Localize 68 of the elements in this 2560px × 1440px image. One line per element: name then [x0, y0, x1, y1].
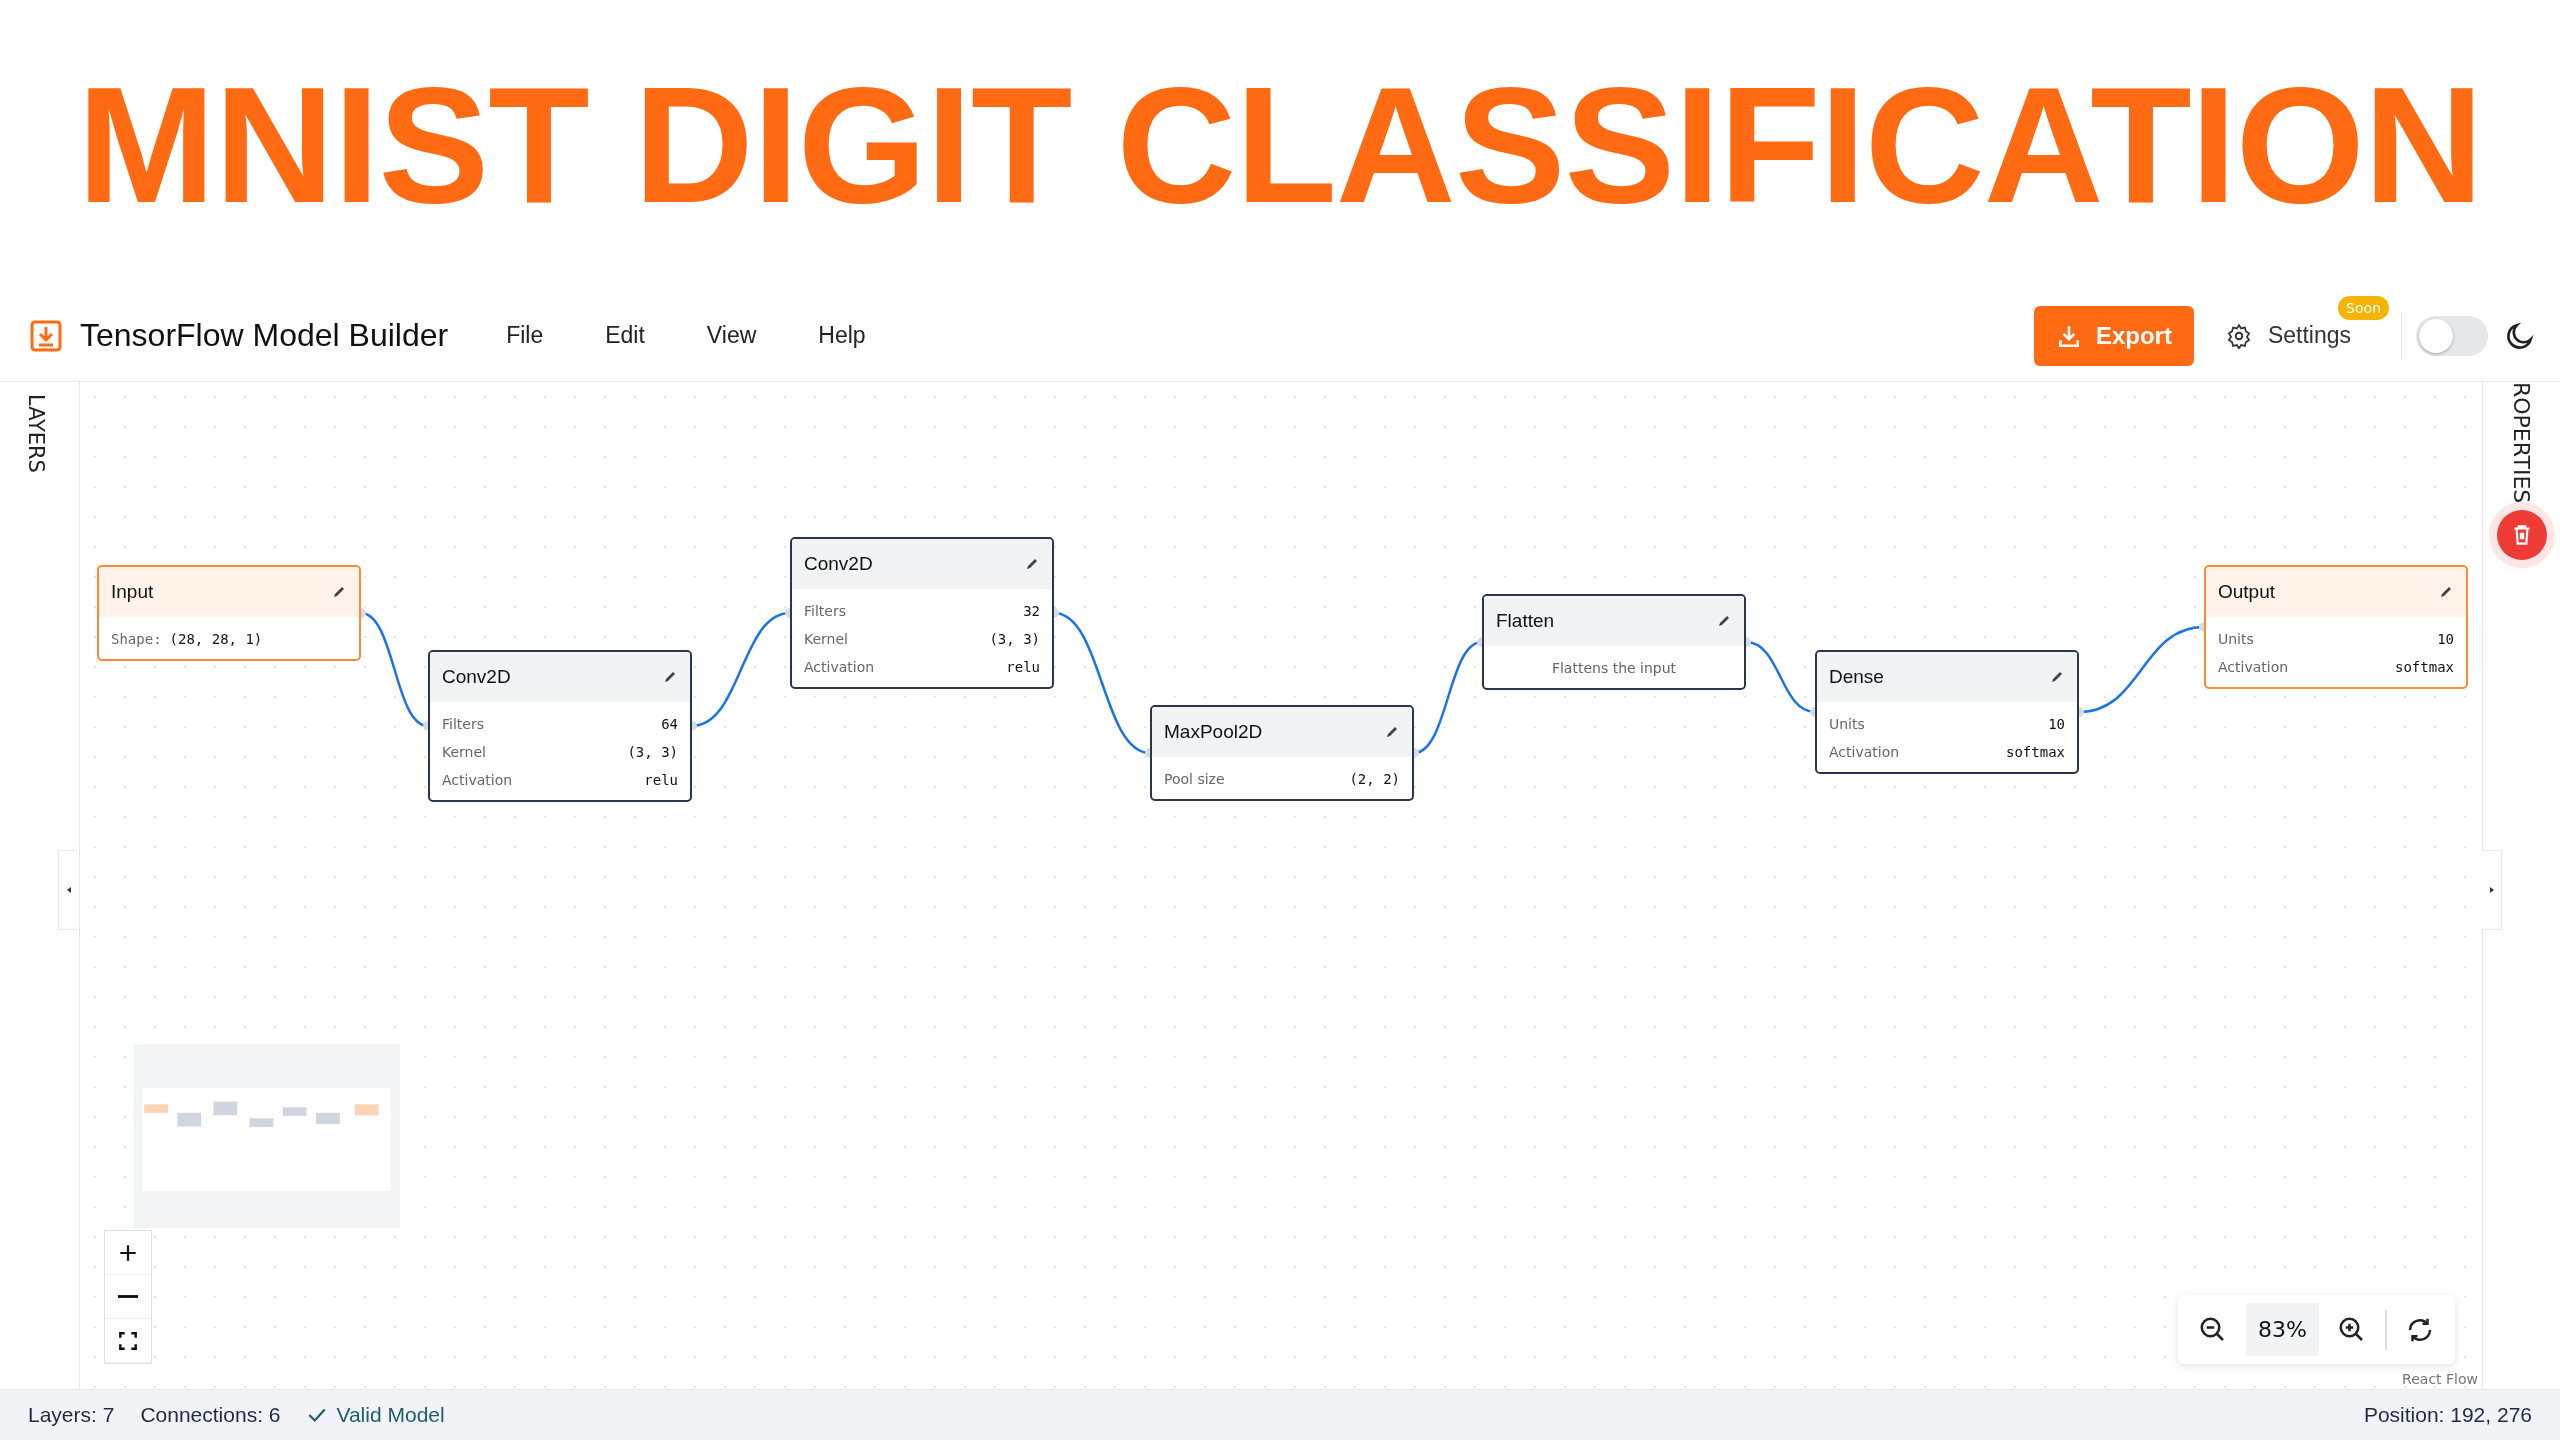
param-value: 10 — [2048, 716, 2065, 732]
layer-node[interactable]: Conv2D Filters 32 Kernel (3, 3) Activation relu — [790, 537, 1054, 689]
param-value: (3, 3) — [627, 744, 678, 760]
edit-icon[interactable] — [662, 669, 678, 685]
fit-view-icon — [117, 1329, 139, 1352]
param-label: Pool size — [1164, 771, 1225, 787]
param-value: relu — [1006, 659, 1040, 675]
layer-node[interactable]: Dense Units 10 Activation softmax — [1815, 650, 2079, 774]
app-title: TensorFlow Model Builder — [80, 317, 449, 354]
menu-item[interactable]: File — [478, 314, 572, 357]
param-label: Kernel — [804, 631, 848, 647]
layer-count: Layers: 7 — [28, 1403, 115, 1427]
edit-icon[interactable] — [2049, 669, 2065, 685]
connection-count: Connections: 6 — [140, 1403, 281, 1427]
node-title: Flatten — [1496, 610, 1555, 632]
param-label: Activation — [442, 772, 513, 788]
cursor-position: Position: 192, 276 — [2363, 1403, 2532, 1427]
layer-node[interactable]: Flatten Flattens the input — [1482, 594, 1746, 690]
param-value: softmax — [2395, 659, 2454, 675]
validity-status: Valid Model — [336, 1403, 445, 1427]
param-label: Shape: — [111, 631, 162, 647]
properties-panel-label[interactable]: ROPERTIES — [2509, 382, 2534, 504]
edit-icon[interactable] — [1384, 724, 1400, 740]
param-value: (28, 28, 1) — [169, 631, 263, 647]
node-title: Dense — [1829, 666, 1884, 688]
collapse-right-handle[interactable] — [2482, 850, 2502, 930]
layer-node[interactable]: Output Units 10 Activation softmax — [2204, 565, 2468, 689]
param-value: (2, 2) — [1349, 771, 1400, 787]
param-value: (3, 3) — [989, 631, 1040, 647]
param-value: 32 — [1023, 603, 1040, 619]
node-title: Conv2D — [442, 666, 511, 688]
dark-mode-toggle[interactable] — [2416, 315, 2488, 356]
logo-icon — [30, 319, 62, 352]
node-description: Flattens the input — [1550, 659, 1678, 678]
layer-node[interactable]: MaxPool2D Pool size (2, 2) — [1150, 705, 1414, 801]
param-value: softmax — [2006, 744, 2065, 760]
attribution-link[interactable]: React Flow — [2402, 1371, 2478, 1387]
param-label: Kernel — [442, 744, 486, 760]
menu-item[interactable]: View — [678, 314, 785, 357]
edit-icon[interactable] — [2438, 584, 2454, 600]
minus-icon — [118, 1295, 138, 1298]
node-title: Output — [2218, 581, 2276, 603]
node-title: Conv2D — [804, 553, 873, 575]
layer-node[interactable]: Input Shape: (28, 28, 1) — [97, 565, 361, 661]
edit-icon[interactable] — [1024, 556, 1040, 572]
edit-icon[interactable] — [331, 584, 347, 600]
banner-title: MNIST DIGIT CLASSIFICATION — [77, 62, 2483, 228]
layer-node[interactable]: Conv2D Filters 64 Kernel (3, 3) Activation relu — [428, 650, 692, 802]
param-label: Filters — [442, 716, 484, 732]
param-value: 64 — [661, 716, 678, 732]
edit-icon[interactable] — [1716, 613, 1732, 629]
param-label: Activation — [2218, 659, 2289, 675]
param-label: Filters — [804, 603, 846, 619]
param-label: Units — [2218, 631, 2254, 647]
param-value: 10 — [2437, 631, 2454, 647]
node-title: MaxPool2D — [1164, 721, 1263, 743]
param-label: Activation — [1829, 744, 1900, 760]
menu-item[interactable]: Edit — [577, 314, 673, 357]
soon-badge: Soon — [2338, 296, 2389, 320]
param-label: Units — [1829, 716, 1865, 732]
menu-item[interactable]: Help — [790, 314, 894, 357]
param-label: Activation — [804, 659, 875, 675]
collapse-left-handle[interactable] — [58, 850, 78, 930]
layers-panel-label[interactable]: LAYERS — [24, 394, 48, 473]
settings-icon — [2225, 322, 2252, 349]
node-title: Input — [111, 581, 154, 603]
param-value: relu — [644, 772, 678, 788]
zoom-level: 83% — [2246, 1303, 2319, 1356]
